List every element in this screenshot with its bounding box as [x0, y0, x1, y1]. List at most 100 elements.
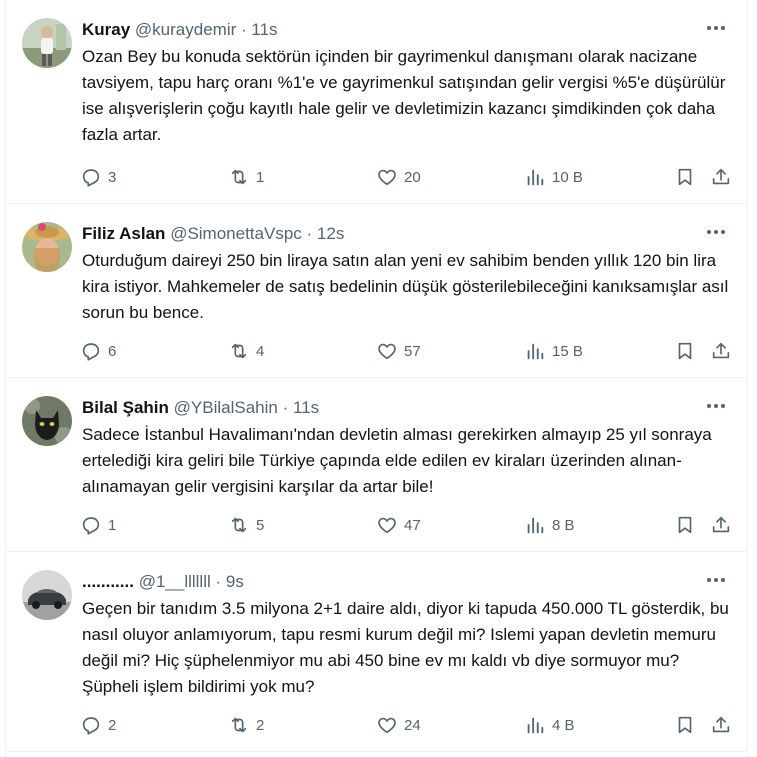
views-button[interactable]: 4 B: [524, 713, 575, 737]
like-count: 47: [404, 516, 421, 534]
retweet-button[interactable]: 4: [228, 339, 264, 363]
retweet-count: 5: [256, 516, 265, 534]
more-icon[interactable]: [703, 222, 729, 242]
more-icon[interactable]: [703, 18, 729, 38]
tweet-header: Kuray @kuraydemir · 11s: [82, 19, 278, 41]
reply-button[interactable]: 3: [80, 165, 116, 189]
timestamp[interactable]: 11s: [251, 20, 277, 39]
retweet-icon: [231, 717, 247, 733]
share-icon: [712, 716, 730, 733]
bookmark-button[interactable]: [674, 165, 696, 189]
heart-icon: [378, 169, 396, 186]
separator-dot: ·: [306, 224, 313, 243]
display-name[interactable]: ...........: [82, 572, 134, 591]
tweet-text: Sadece İstanbul Havalimanı'ndan devletin…: [82, 425, 712, 496]
avatar-image-icon: [22, 18, 72, 68]
reply-count: 6: [108, 342, 117, 360]
tweet-header: Filiz Aslan @SimonettaVspc · 12s: [82, 223, 344, 245]
reply-count: 3: [108, 168, 117, 186]
more-icon[interactable]: [703, 396, 729, 416]
reply-button[interactable]: 6: [80, 339, 116, 363]
retweet-count: 4: [256, 342, 265, 360]
views-button[interactable]: 10 B: [524, 165, 583, 189]
retweet-icon: [231, 343, 247, 359]
tweet-card[interactable]: Filiz Aslan @SimonettaVspc · 12s Oturduğ…: [6, 204, 747, 378]
action-bar: 3 1 20 10 B: [80, 165, 730, 189]
reply-icon: [82, 517, 100, 535]
avatar[interactable]: [22, 18, 72, 68]
user-handle[interactable]: @kuraydemir: [135, 20, 236, 39]
bookmark-button[interactable]: [674, 713, 696, 737]
view-count: 10 B: [552, 168, 583, 186]
bookmark-icon: [678, 516, 692, 534]
like-count: 57: [404, 342, 421, 360]
bookmark-button[interactable]: [674, 513, 696, 537]
tweet-card[interactable]: Bilal Şahin @YBilalSahin · 11s Sadece İs…: [6, 378, 747, 552]
share-icon: [712, 516, 730, 533]
tweet-text: Geçen bir tanıdım 3.5 milyona 2+1 daire …: [82, 599, 729, 696]
like-button[interactable]: 24: [376, 713, 421, 737]
action-bar: 6 4 57 15 B: [80, 339, 730, 363]
user-handle[interactable]: @YBilalSahin: [174, 398, 278, 417]
avatar-image-icon: [22, 222, 72, 272]
display-name[interactable]: Filiz Aslan: [82, 224, 165, 243]
separator-dot: ·: [241, 20, 247, 39]
action-bar: 2 2 24 4 B: [80, 713, 730, 737]
bookmark-button[interactable]: [674, 339, 696, 363]
avatar-image-icon: [22, 396, 72, 446]
share-button[interactable]: [710, 513, 732, 537]
timestamp[interactable]: 12s: [317, 224, 344, 243]
heart-icon: [378, 517, 396, 534]
view-count: 8 B: [552, 516, 575, 534]
views-icon: [527, 343, 544, 360]
views-button[interactable]: 15 B: [524, 339, 583, 363]
tweet-text: Ozan Bey bu konuda sektörün içinden bir …: [82, 47, 726, 144]
separator-dot: ·: [215, 572, 222, 591]
avatar[interactable]: [22, 570, 72, 620]
heart-icon: [378, 717, 396, 734]
tweet-card[interactable]: Kuray @kuraydemir · 11s Ozan Bey bu konu…: [6, 0, 747, 204]
retweet-count: 2: [256, 716, 265, 734]
user-handle[interactable]: @1__lllllll: [139, 572, 211, 591]
retweet-button[interactable]: 1: [228, 165, 264, 189]
like-button[interactable]: 20: [376, 165, 421, 189]
avatar[interactable]: [22, 222, 72, 272]
reply-count: 1: [108, 516, 117, 534]
share-button[interactable]: [710, 339, 732, 363]
tweet-header: ........... @1__lllllll · 9s: [82, 571, 244, 593]
timestamp[interactable]: 9s: [226, 572, 244, 591]
tweet-header: Bilal Şahin @YBilalSahin · 11s: [82, 397, 319, 419]
share-button[interactable]: [710, 165, 732, 189]
view-count: 15 B: [552, 342, 583, 360]
like-count: 20: [404, 168, 421, 186]
user-handle[interactable]: @SimonettaVspc: [170, 224, 302, 243]
views-icon: [527, 517, 544, 534]
view-count: 4 B: [552, 716, 575, 734]
like-button[interactable]: 47: [376, 513, 421, 537]
views-icon: [527, 169, 544, 186]
share-button[interactable]: [710, 713, 732, 737]
retweet-icon: [231, 517, 247, 533]
reply-feed: Kuray @kuraydemir · 11s Ozan Bey bu konu…: [5, 0, 748, 757]
like-button[interactable]: 57: [376, 339, 421, 363]
reply-count: 2: [108, 716, 117, 734]
bookmark-icon: [678, 716, 692, 734]
bookmark-icon: [678, 342, 692, 360]
retweet-button[interactable]: 2: [228, 713, 264, 737]
heart-icon: [378, 343, 396, 360]
views-button[interactable]: 8 B: [524, 513, 575, 537]
avatar[interactable]: [22, 396, 72, 446]
reply-icon: [82, 717, 100, 735]
retweet-icon: [231, 169, 247, 185]
display-name[interactable]: Bilal Şahin: [82, 398, 169, 417]
display-name[interactable]: Kuray: [82, 20, 130, 39]
more-icon[interactable]: [703, 570, 729, 590]
separator-dot: ·: [282, 398, 289, 417]
reply-button[interactable]: 2: [80, 713, 116, 737]
retweet-button[interactable]: 5: [228, 513, 264, 537]
reply-button[interactable]: 1: [80, 513, 116, 537]
share-icon: [712, 168, 730, 185]
reply-icon: [82, 343, 100, 361]
tweet-card[interactable]: ........... @1__lllllll · 9s Geçen bir t…: [6, 552, 747, 752]
timestamp[interactable]: 11s: [293, 398, 319, 417]
